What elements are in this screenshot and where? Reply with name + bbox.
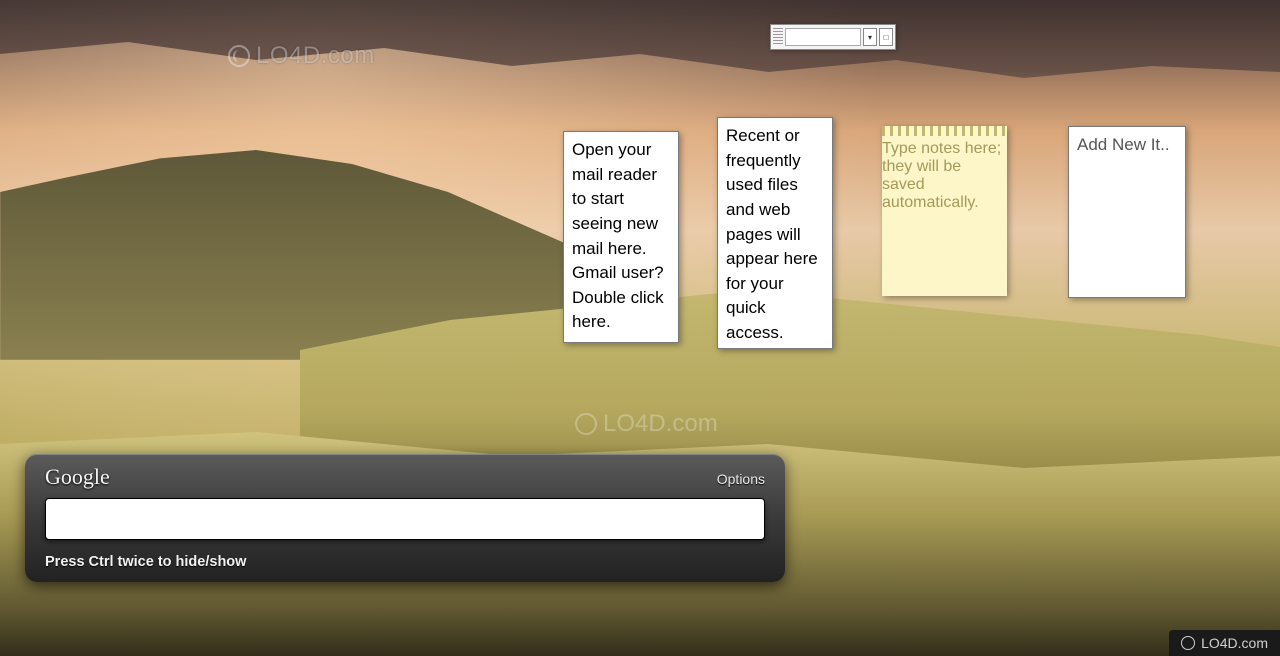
search-input[interactable]: [45, 498, 765, 540]
wallpaper-mountains: [0, 0, 1280, 120]
globe-icon: [575, 413, 597, 435]
options-link[interactable]: Options: [717, 471, 765, 487]
recent-files-text: Recent or frequently used files and web …: [726, 126, 818, 342]
google-search-bar: Google Options Press Ctrl twice to hide/…: [25, 454, 785, 582]
globe-icon: [1181, 636, 1195, 650]
scratchpad-placeholder: Type notes here; they will be saved auto…: [882, 140, 1001, 211]
chevron-down-icon: ▾: [868, 33, 872, 42]
globe-icon: [228, 45, 250, 67]
watermark-text: LO4D.com: [603, 410, 718, 438]
watermark-text: LO4D.com: [256, 42, 375, 70]
mini-toolbar-input[interactable]: [785, 28, 861, 46]
desktop-wallpaper: LO4D.com LO4D.com LO4D.com ▾ □ Open your…: [0, 0, 1280, 656]
mini-toolbar-dropdown-button[interactable]: ▾: [863, 28, 877, 46]
square-icon: □: [884, 33, 889, 42]
google-logo: Google: [45, 464, 110, 490]
mail-gadget-text: Open your mail reader to start seeing ne…: [572, 140, 664, 331]
watermark-logo-middle: LO4D.com: [575, 410, 718, 438]
watermark-logo-top: LO4D.com: [228, 42, 375, 70]
drag-grip-icon[interactable]: [773, 28, 783, 46]
mail-gadget[interactable]: Open your mail reader to start seeing ne…: [563, 131, 679, 343]
scratchpad-gadget[interactable]: Type notes here; they will be saved auto…: [882, 126, 1007, 296]
mini-toolbar-gadget[interactable]: ▾ □: [770, 24, 896, 50]
mini-toolbar-expand-button[interactable]: □: [879, 28, 893, 46]
todo-add-placeholder: Add New It..: [1077, 135, 1170, 154]
watermark-logo-bottom: LO4D.com: [1169, 630, 1280, 656]
watermark-text: LO4D.com: [1201, 635, 1268, 651]
recent-files-gadget[interactable]: Recent or frequently used files and web …: [717, 117, 833, 349]
todo-list-gadget[interactable]: Add New It..: [1068, 126, 1186, 298]
search-hint-text: Press Ctrl twice to hide/show: [45, 554, 765, 570]
